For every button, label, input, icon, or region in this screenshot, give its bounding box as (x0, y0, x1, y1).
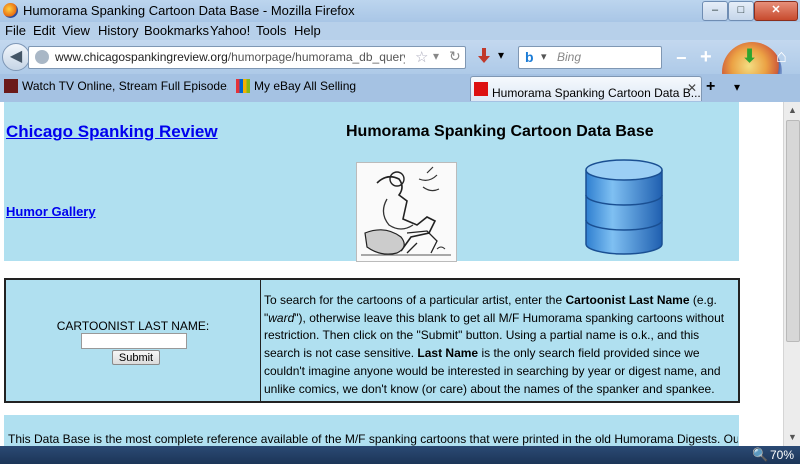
ebay-favicon-icon (236, 79, 250, 93)
menu-help[interactable]: Help (294, 23, 321, 38)
downloads-arrow-icon[interactable]: ⬇ (742, 46, 757, 67)
instruction-run: ward (268, 310, 295, 325)
download-dropdown-icon[interactable]: ▾ (498, 48, 504, 62)
cartoonist-last-name-label: CARTOONIST LAST NAME: (56, 319, 210, 333)
instruction-run: Last Name (417, 346, 479, 361)
humor-gallery-link[interactable]: Humor Gallery (6, 204, 96, 219)
close-button[interactable]: ✕ (754, 1, 798, 21)
instruction-run: Cartoonist Last Name (565, 293, 690, 307)
menu-yahoo[interactable]: Yahoo! (210, 23, 250, 38)
maximize-button[interactable]: □ (728, 1, 754, 21)
menu-bookmarks[interactable]: Bookmarks (144, 23, 209, 38)
vertical-scrollbar[interactable]: ▲ ▼ (783, 102, 800, 446)
back-button[interactable]: ◀ (2, 43, 30, 71)
tab-label: Watch TV Online, Stream Full Episode... (22, 79, 228, 93)
reload-icon[interactable]: ↻ (449, 48, 461, 65)
list-all-tabs-icon[interactable]: ▾ (734, 80, 740, 94)
cartoonist-last-name-input[interactable] (81, 333, 187, 349)
tv-favicon-icon (4, 79, 18, 93)
bookmark-star-icon[interactable]: ☆ (415, 48, 428, 66)
intro-text: This Data Base is the most complete refe… (8, 432, 738, 446)
download-icon[interactable] (478, 48, 490, 64)
close-tab-icon[interactable]: ✕ (687, 81, 697, 95)
instruction-run: To search for the cartoons of a particul… (264, 293, 566, 307)
menu-view[interactable]: View (62, 23, 90, 38)
zoom-in-icon[interactable]: + (700, 46, 712, 69)
home-icon[interactable]: ⌂ (776, 46, 787, 67)
menu-file[interactable]: File (5, 23, 26, 38)
tab-watch-tv[interactable]: Watch TV Online, Stream Full Episode... (4, 79, 228, 103)
site-identity-icon[interactable] (35, 50, 49, 64)
scroll-down-arrow-icon[interactable]: ▼ (784, 429, 800, 446)
tab-label: My eBay All Selling (254, 79, 357, 93)
url-bar[interactable]: www.chicagospankingreview.org/humorpage/… (28, 46, 466, 69)
navigation-toolbar: ◀ www.chicagospankingreview.org/humorpag… (0, 40, 800, 102)
scrollbar-thumb[interactable] (786, 120, 800, 342)
search-form: CARTOONIST LAST NAME: Submit To search f… (4, 278, 740, 403)
status-bar: 🔍 70% (0, 446, 800, 464)
submit-button[interactable]: Submit (112, 350, 160, 365)
window-title: Humorama Spanking Cartoon Data Base - Mo… (23, 3, 355, 18)
history-dropdown-icon[interactable]: ▾ (433, 49, 439, 63)
bing-icon[interactable]: b (525, 49, 534, 65)
csr-favicon-icon (474, 82, 488, 96)
zoom-magnifier-icon[interactable]: 🔍 (752, 447, 768, 463)
zoom-level[interactable]: 70% (770, 448, 794, 462)
search-input[interactable]: Bing (557, 50, 581, 64)
page-viewport: Chicago Spanking Review Humorama Spankin… (0, 102, 783, 446)
intro-section: This Data Base is the most complete refe… (4, 415, 739, 446)
menu-edit[interactable]: Edit (33, 23, 55, 38)
url-host: www.chicagospankingreview.org (55, 50, 228, 64)
search-engine-dropdown-icon[interactable]: ▾ (541, 50, 547, 63)
new-tab-icon[interactable]: + (706, 78, 715, 96)
firefox-icon (3, 3, 18, 18)
window-titlebar[interactable]: Humorama Spanking Cartoon Data Base - Mo… (0, 0, 800, 22)
tab-humorama[interactable]: Humorama Spanking Cartoon Data B... ✕ (470, 76, 702, 101)
url-text[interactable]: www.chicagospankingreview.org/humorpage/… (55, 50, 405, 64)
url-path: /humorpage/humorama_db_query.htm (227, 50, 405, 64)
menu-history[interactable]: History (98, 23, 138, 38)
tab-label: Humorama Spanking Cartoon Data B... (492, 86, 701, 100)
tab-bar: Watch TV Online, Stream Full Episode... … (0, 74, 800, 102)
scroll-up-arrow-icon[interactable]: ▲ (784, 102, 800, 119)
menu-bar: File Edit View History Bookmarks Yahoo! … (0, 22, 800, 40)
zoom-out-icon[interactable]: − (676, 48, 687, 69)
tab-ebay[interactable]: My eBay All Selling (236, 79, 460, 103)
page-header: Chicago Spanking Review Humorama Spankin… (4, 102, 739, 262)
search-form-input-cell: CARTOONIST LAST NAME: Submit (6, 280, 261, 401)
page-title: Humorama Spanking Cartoon Data Base (346, 123, 654, 140)
search-bar[interactable]: b ▾ Bing (518, 46, 662, 69)
site-link[interactable]: Chicago Spanking Review (6, 122, 218, 142)
minimize-button[interactable]: – (702, 1, 728, 21)
cartoon-image (356, 162, 457, 262)
menu-tools[interactable]: Tools (256, 23, 286, 38)
search-instructions: To search for the cartoons of a particul… (264, 292, 730, 398)
database-icon (585, 159, 663, 255)
